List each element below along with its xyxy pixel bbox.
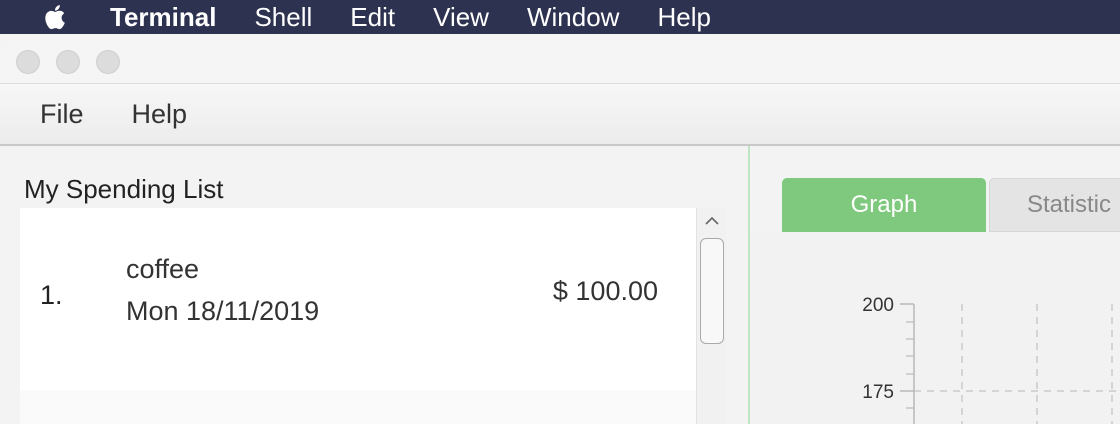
entry-index: 1. bbox=[40, 280, 63, 310]
menubar-edit[interactable]: Edit bbox=[350, 0, 395, 34]
menu-help[interactable]: Help bbox=[132, 99, 188, 130]
scrollbar-thumb[interactable] bbox=[700, 238, 724, 344]
apple-logo-icon[interactable] bbox=[40, 2, 68, 32]
app-menu-bar: File Help bbox=[0, 84, 1120, 146]
y-tick-label: 200 bbox=[862, 295, 894, 316]
menubar-window[interactable]: Window bbox=[527, 0, 619, 34]
tab-statistics[interactable]: Statistic bbox=[989, 178, 1120, 232]
entry-date: Mon 18/11/2019 bbox=[126, 296, 320, 326]
entry-description: coffee bbox=[126, 254, 200, 284]
minimize-window-button[interactable] bbox=[56, 50, 80, 74]
app-window: File Help My Spending List 1. coffee Mon… bbox=[0, 40, 1120, 424]
list-item[interactable]: 1. coffee Mon 18/11/2019 $ 100.00 bbox=[20, 208, 696, 390]
spending-list-title: My Spending List bbox=[24, 174, 224, 204]
spending-list[interactable]: 1. coffee Mon 18/11/2019 $ 100.00 bbox=[20, 208, 696, 424]
scroll-up-arrow-icon[interactable] bbox=[697, 208, 727, 234]
entry-amount: $ 100.00 bbox=[552, 276, 658, 306]
spending-list-panel: My Spending List 1. coffee Mon 18/11/201… bbox=[0, 146, 748, 424]
zoom-window-button[interactable] bbox=[96, 50, 120, 74]
macos-menu-bar: Terminal Shell Edit View Window Help bbox=[0, 0, 1120, 34]
y-tick-label: 175 bbox=[862, 382, 894, 403]
menubar-shell[interactable]: Shell bbox=[254, 0, 312, 34]
menu-file[interactable]: File bbox=[40, 99, 84, 130]
menubar-help[interactable]: Help bbox=[657, 0, 710, 34]
graph-area: 200 175 bbox=[750, 232, 1120, 424]
menubar-view[interactable]: View bbox=[433, 0, 489, 34]
tab-graph[interactable]: Graph bbox=[782, 178, 986, 232]
window-title-bar bbox=[0, 40, 1120, 84]
menubar-app-name[interactable]: Terminal bbox=[110, 0, 216, 34]
graph-panel: Graph Statistic 200 175 bbox=[750, 146, 1120, 424]
list-scrollbar[interactable] bbox=[696, 208, 726, 424]
close-window-button[interactable] bbox=[16, 50, 40, 74]
